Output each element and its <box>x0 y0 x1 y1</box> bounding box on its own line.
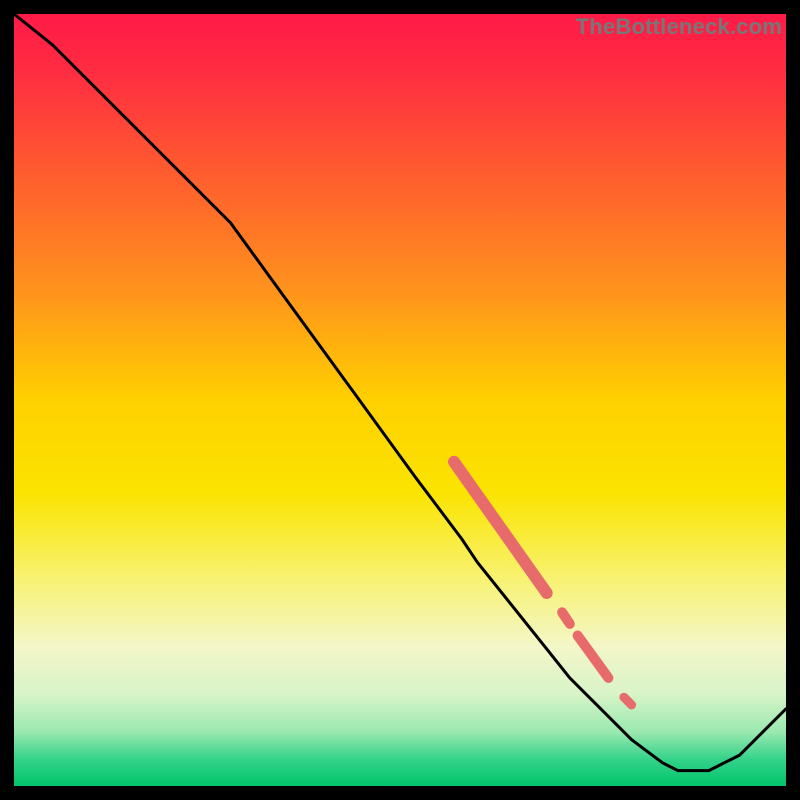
chart-background <box>14 14 786 786</box>
chart-svg <box>14 14 786 786</box>
watermark-text: TheBottleneck.com <box>576 14 782 40</box>
marker-dot-mid <box>562 612 570 624</box>
marker-dot-bottom <box>624 697 632 705</box>
chart-frame: TheBottleneck.com <box>14 14 786 786</box>
